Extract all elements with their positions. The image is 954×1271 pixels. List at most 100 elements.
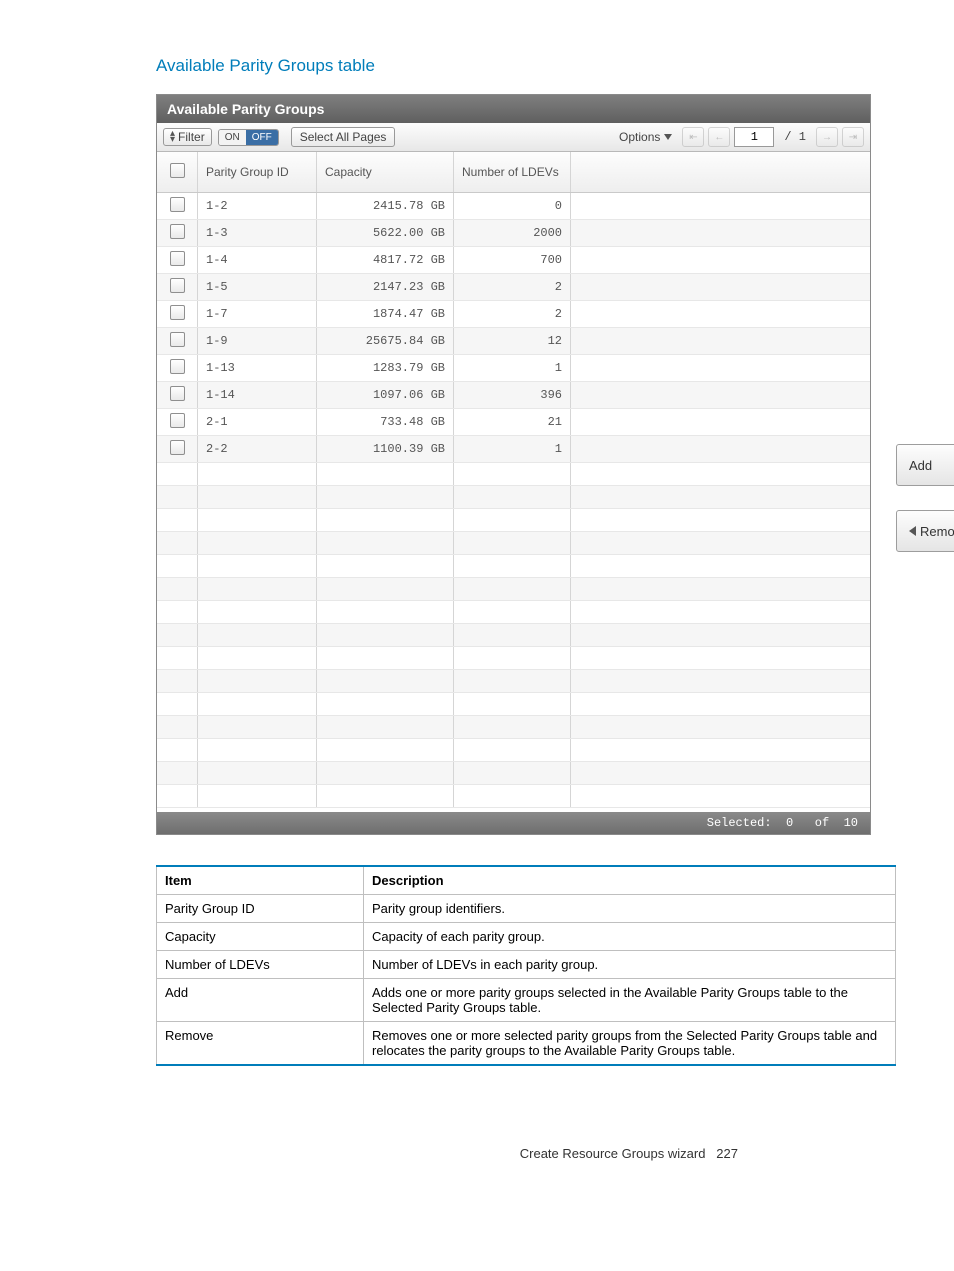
cell-parity-group-id: 1-5 [198, 274, 317, 301]
filter-toggle-on[interactable]: ON [219, 130, 246, 145]
table-row[interactable]: 2-21100.39 GB1 [157, 436, 870, 463]
table-row-empty [157, 463, 870, 486]
footer-text: Create Resource Groups wizard [520, 1146, 706, 1161]
cell-capacity: 1100.39 GB [317, 436, 454, 463]
remove-label: Remo [920, 524, 954, 539]
table-row[interactable]: 1-71874.47 GB2 [157, 301, 870, 328]
cell-num-ldevs: 0 [454, 193, 571, 220]
table-row[interactable]: 1-52147.23 GB2 [157, 274, 870, 301]
cell-num-ldevs: 12 [454, 328, 571, 355]
cell-rest [571, 382, 871, 409]
desc-header-item: Item [157, 866, 364, 895]
filter-toggle-off[interactable]: OFF [246, 130, 278, 145]
table-row-empty [157, 785, 870, 808]
table-row-empty [157, 601, 870, 624]
table-row[interactable]: 1-925675.84 GB12 [157, 328, 870, 355]
row-checkbox[interactable] [170, 440, 185, 455]
desc-text: Adds one or more parity groups selected … [364, 979, 896, 1022]
selected-label: Selected: [707, 816, 772, 830]
available-parity-groups-panel: Available Parity Groups ▴▾ Filter ON OFF… [156, 94, 871, 835]
cell-capacity: 2415.78 GB [317, 193, 454, 220]
desc-row: Parity Group IDParity group identifiers. [157, 895, 896, 923]
section-title: Available Parity Groups table [156, 56, 798, 76]
desc-header-description: Description [364, 866, 896, 895]
cell-capacity: 25675.84 GB [317, 328, 454, 355]
panel-title: Available Parity Groups [157, 95, 870, 123]
row-checkbox[interactable] [170, 386, 185, 401]
remove-button[interactable]: Remo [896, 510, 954, 552]
description-table: Item Description Parity Group IDParity g… [156, 865, 896, 1066]
cell-rest [571, 328, 871, 355]
cell-parity-group-id: 1-7 [198, 301, 317, 328]
table-row-empty [157, 693, 870, 716]
col-header-checkbox[interactable] [157, 152, 198, 193]
table-row[interactable]: 1-35622.00 GB2000 [157, 220, 870, 247]
filter-label: Filter [178, 130, 205, 144]
row-checkbox[interactable] [170, 251, 185, 266]
panel-toolbar: ▴▾ Filter ON OFF Select All Pages Option… [157, 123, 870, 152]
table-row-empty [157, 624, 870, 647]
filter-button[interactable]: ▴▾ Filter [163, 128, 212, 146]
cell-capacity: 1283.79 GB [317, 355, 454, 382]
page-next-button[interactable]: → [816, 127, 838, 147]
row-checkbox[interactable] [170, 359, 185, 374]
add-button[interactable]: Add [896, 444, 954, 486]
table-row-empty [157, 647, 870, 670]
table-row[interactable]: 1-22415.78 GB0 [157, 193, 870, 220]
col-header-parity-group-id[interactable]: Parity Group ID [198, 152, 317, 193]
row-checkbox[interactable] [170, 224, 185, 239]
desc-item: Number of LDEVs [157, 951, 364, 979]
triangle-left-icon [909, 526, 916, 536]
desc-text: Number of LDEVs in each parity group. [364, 951, 896, 979]
cell-capacity: 4817.72 GB [317, 247, 454, 274]
table-row-empty [157, 670, 870, 693]
desc-item: Remove [157, 1022, 364, 1066]
cell-rest [571, 355, 871, 382]
options-button[interactable]: Options [613, 128, 678, 146]
col-header-capacity[interactable]: Capacity [317, 152, 454, 193]
row-checkbox[interactable] [170, 413, 185, 428]
page-last-button[interactable]: ⇥ [842, 127, 864, 147]
selected-count: 0 [786, 816, 793, 830]
cell-num-ldevs: 700 [454, 247, 571, 274]
cell-capacity: 1097.06 GB [317, 382, 454, 409]
cell-parity-group-id: 2-1 [198, 409, 317, 436]
desc-text: Removes one or more selected parity grou… [364, 1022, 896, 1066]
cell-parity-group-id: 1-2 [198, 193, 317, 220]
page-total-label: / 1 [778, 130, 812, 144]
cell-rest [571, 301, 871, 328]
cell-capacity: 1874.47 GB [317, 301, 454, 328]
table-row-empty [157, 739, 870, 762]
page-first-button[interactable]: ⇤ [682, 127, 704, 147]
cell-parity-group-id: 1-9 [198, 328, 317, 355]
cell-parity-group-id: 1-14 [198, 382, 317, 409]
cell-parity-group-id: 2-2 [198, 436, 317, 463]
table-row[interactable]: 2-1733.48 GB21 [157, 409, 870, 436]
table-row[interactable]: 1-44817.72 GB700 [157, 247, 870, 274]
table-row[interactable]: 1-141097.06 GB396 [157, 382, 870, 409]
row-checkbox[interactable] [170, 278, 185, 293]
table-row-empty [157, 509, 870, 532]
cell-parity-group-id: 1-4 [198, 247, 317, 274]
select-all-pages-button[interactable]: Select All Pages [291, 127, 396, 147]
cell-rest [571, 247, 871, 274]
filter-toggle[interactable]: ON OFF [218, 129, 279, 146]
cell-num-ldevs: 2 [454, 301, 571, 328]
row-checkbox[interactable] [170, 305, 185, 320]
page-prev-button[interactable]: ← [708, 127, 730, 147]
page-number-input[interactable] [734, 127, 774, 147]
panel-footer: Selected: 0 of 10 [157, 812, 870, 834]
total-count: 10 [844, 816, 858, 830]
col-header-num-ldevs[interactable]: Number of LDEVs [454, 152, 571, 193]
cell-rest [571, 193, 871, 220]
row-checkbox[interactable] [170, 332, 185, 347]
checkbox-icon[interactable] [170, 163, 185, 178]
options-label: Options [619, 130, 660, 144]
table-row[interactable]: 1-131283.79 GB1 [157, 355, 870, 382]
desc-item: Parity Group ID [157, 895, 364, 923]
row-checkbox[interactable] [170, 197, 185, 212]
table-row-empty [157, 578, 870, 601]
desc-row: AddAdds one or more parity groups select… [157, 979, 896, 1022]
col-header-rest [571, 152, 871, 193]
cell-num-ldevs: 2 [454, 274, 571, 301]
